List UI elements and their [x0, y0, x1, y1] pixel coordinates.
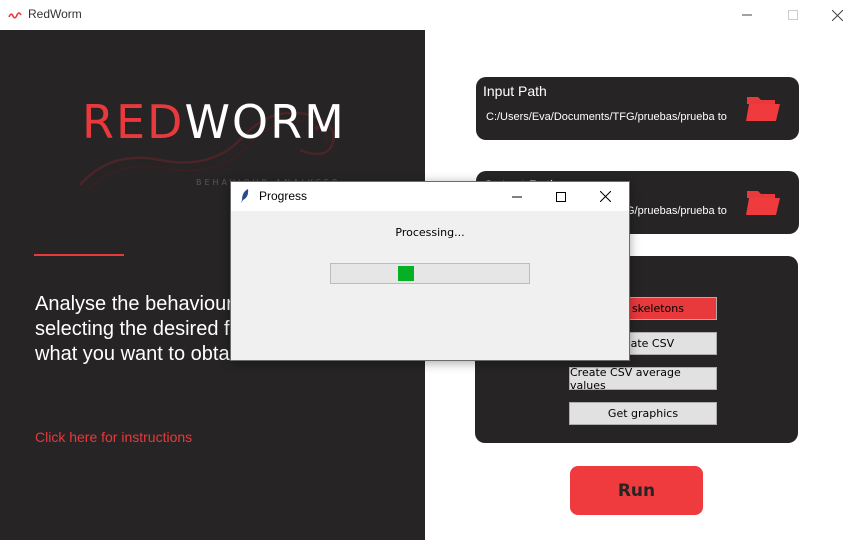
minimize-icon: [512, 196, 522, 197]
create-csv-average-button[interactable]: Create CSV average values: [569, 366, 717, 392]
worm-app-icon: [8, 12, 22, 19]
get-graphics-button[interactable]: Get graphics: [569, 402, 717, 425]
window-title: RedWorm: [28, 7, 82, 21]
close-icon: [599, 191, 611, 202]
progress-status-text: Processing...: [395, 226, 465, 239]
folder-icon[interactable]: [745, 185, 781, 217]
maximize-icon: [788, 10, 798, 20]
dialog-close-button[interactable]: [583, 182, 627, 211]
window-titlebar: RedWorm: [0, 0, 860, 30]
dialog-titlebar: Progress: [231, 182, 629, 211]
progress-bar: [330, 263, 530, 284]
progress-dialog: Progress Processing...: [230, 181, 630, 361]
dialog-minimize-button[interactable]: [495, 182, 539, 211]
folder-icon[interactable]: [745, 91, 781, 123]
input-path-value: C:/Users/Eva/Documents/TFG/pruebas/prueb…: [486, 111, 727, 123]
run-button[interactable]: Run: [570, 466, 703, 515]
input-path-label: Input Path: [483, 83, 547, 99]
logo-wordmark: REDWORM: [82, 95, 346, 149]
dialog-maximize-button[interactable]: [539, 182, 583, 211]
dialog-title: Progress: [259, 189, 308, 203]
maximize-button[interactable]: [770, 0, 816, 30]
instructions-link[interactable]: Click here for instructions: [35, 429, 192, 445]
input-path-card: Input Path C:/Users/Eva/Documents/TFG/pr…: [476, 77, 799, 140]
minimize-button[interactable]: [724, 0, 770, 30]
logo-white-text: WORM: [184, 95, 346, 149]
accent-divider: [34, 254, 124, 256]
feather-icon: [241, 189, 249, 203]
minimize-icon: [742, 14, 752, 16]
progress-bar-fill: [398, 266, 414, 281]
close-icon: [831, 9, 843, 21]
logo-red-text: RED: [82, 95, 185, 149]
maximize-icon: [556, 191, 566, 202]
close-button[interactable]: [814, 0, 860, 30]
